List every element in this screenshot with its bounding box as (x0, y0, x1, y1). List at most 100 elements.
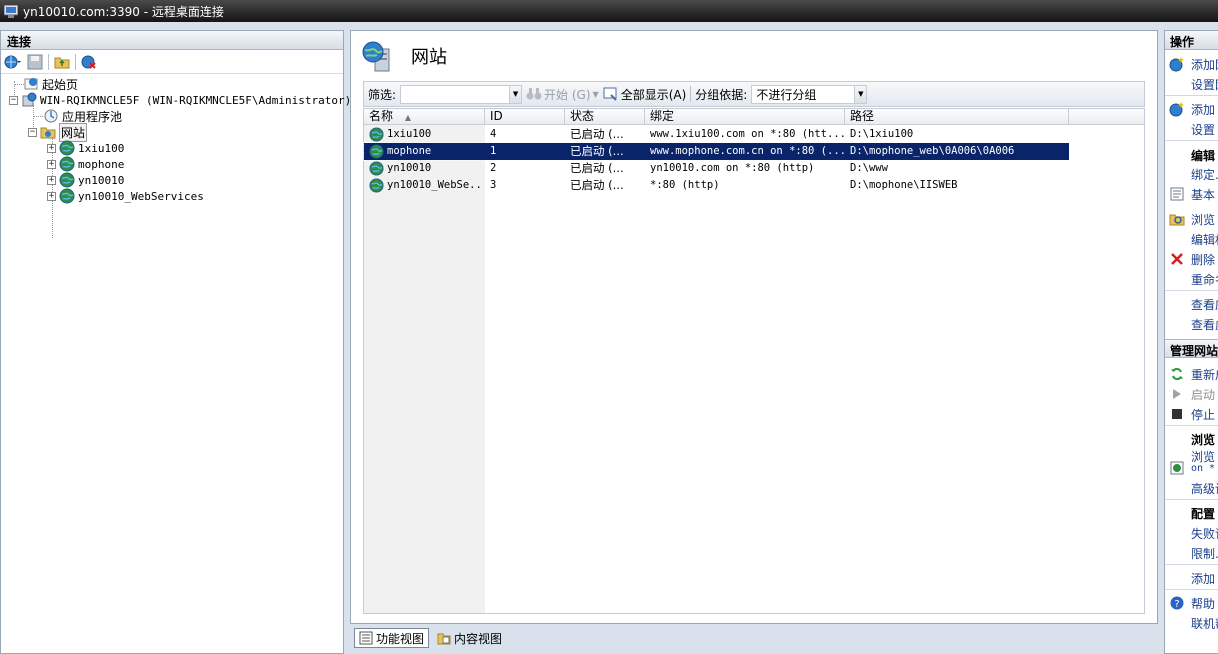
manage-site-header: 管理网站 (1165, 339, 1218, 358)
start-filter-label: 开始 (G) (544, 87, 591, 102)
add-ftp-action[interactable]: 添加 (1165, 100, 1215, 118)
add-globe-icon (1169, 101, 1185, 117)
column-header-binding[interactable]: 绑定 (645, 109, 845, 125)
window-titlebar: yn10010.com:3390 - 远程桌面连接 (0, 0, 1218, 22)
tree-item-server[interactable]: − WIN-RQIKMNCLE5F (WIN-RQIKMNCLE5F\Admin… (9, 92, 351, 108)
column-header-path[interactable]: 路径 (845, 109, 1069, 125)
start-filter-button[interactable]: 开始 (G) ▼ (526, 86, 599, 103)
help-action[interactable]: ? 帮助 (1165, 594, 1215, 612)
page-header: 网站 (361, 39, 447, 73)
play-icon (1169, 386, 1185, 402)
expand-toggle[interactable]: + (47, 143, 56, 153)
tree-label: yn10010_WebServices (78, 189, 204, 203)
table-row[interactable]: yn10010_WebSe... 3 已启动 (... *:80 (http) … (364, 177, 1069, 194)
sites-folder-icon (40, 127, 56, 139)
group-by-value: 不进行分组 (756, 87, 817, 102)
site-id: 4 (490, 128, 497, 140)
site-status: 已启动 (... (570, 144, 624, 158)
tree-item-site[interactable]: + yn10010 (47, 172, 124, 188)
view-tabs: 功能视图 内容视图 (354, 628, 506, 648)
view-virtual-dirs-action[interactable]: 查看虚 (1165, 315, 1218, 333)
stop-action[interactable]: 停止 (1165, 405, 1215, 423)
server-icon (22, 92, 37, 107)
globe-icon (59, 156, 75, 172)
add-ftp-publishing-action[interactable]: 添加 (1165, 569, 1215, 587)
up-folder-icon[interactable] (53, 53, 71, 71)
tab-features-view[interactable]: 功能视图 (354, 628, 430, 648)
limits-action[interactable]: 限制... (1165, 544, 1218, 562)
globe-icon (369, 161, 384, 176)
tab-content-view[interactable]: 内容视图 (433, 628, 506, 648)
set-defaults-action[interactable]: 设置网 (1165, 75, 1218, 93)
configure-heading: 配置 (1191, 507, 1216, 521)
edit-permissions-action[interactable]: 编辑权 (1165, 230, 1218, 248)
set-ftp-defaults-action[interactable]: 设置 (1165, 120, 1215, 138)
toolbar-separator (75, 53, 76, 70)
window-title: yn10010.com:3390 - 远程桌面连接 (23, 4, 224, 19)
column-header-id[interactable]: ID (485, 109, 565, 125)
site-status: 已启动 (... (570, 127, 624, 141)
save-icon[interactable] (26, 53, 44, 71)
tree-item-site[interactable]: + yn10010_WebServices (47, 188, 204, 204)
column-header-status[interactable]: 状态 (565, 109, 645, 125)
iis-manager-frame: 连接 起始页 − WIN-RQIKMNCLE5F (WIN-RQIKMNCLE5… (0, 22, 1218, 654)
site-path: D:\mophone_web\0A006\0A006 (850, 145, 1015, 157)
advanced-settings-action[interactable]: 高级设 (1165, 479, 1218, 497)
explore-folder-icon (1169, 211, 1185, 227)
delete-action[interactable]: 删除 (1165, 250, 1215, 268)
chevron-down-icon[interactable]: ▼ (509, 85, 522, 103)
tree-label: 1xiu100 (78, 141, 125, 155)
divider (1165, 564, 1218, 565)
show-all-button[interactable]: 全部显示(A) (603, 86, 686, 103)
connect-globe-icon[interactable] (4, 53, 22, 71)
toolbar-separator (48, 53, 49, 70)
table-row[interactable]: 1xiu100 4 已启动 (... www.1xiu100.com on *:… (364, 126, 1069, 143)
toolbar-separator (690, 86, 692, 102)
failed-request-tracing-action[interactable]: 失败请 (1165, 524, 1218, 542)
view-applications-action[interactable]: 查看应 (1165, 295, 1218, 313)
binoculars-icon (526, 88, 542, 100)
tree-item-sites[interactable]: − 网站 (28, 122, 88, 142)
tree-item-site[interactable]: + 1xiu100 (47, 140, 124, 156)
divider (1165, 290, 1218, 291)
expand-toggle[interactable]: + (47, 159, 56, 169)
app-pool-icon (44, 109, 58, 123)
filter-input[interactable]: ▼ (400, 84, 523, 104)
basic-settings-action[interactable]: 基本 (1165, 185, 1215, 203)
group-by-select[interactable]: 不进行分组 ▼ (751, 84, 868, 104)
explore-action[interactable]: 浏览 (1165, 210, 1215, 228)
collapse-toggle[interactable]: − (28, 127, 37, 137)
site-id: 3 (490, 179, 497, 191)
sites-panel: 网站 筛选: ▼ 开始 (G) ▼ 全部显示(A) 分组依据: 不进行分组 ▼ (350, 30, 1158, 624)
browse-site-binding[interactable]: on * (1165, 459, 1215, 477)
table-row[interactable]: yn10010 2 已启动 (... yn10010.com on *:80 (… (364, 160, 1069, 177)
connections-panel: 连接 起始页 − WIN-RQIKMNCLE5F (WIN-RQIKMNCLE5… (0, 30, 351, 654)
sort-up-icon: ▲ (404, 113, 411, 122)
chevron-down-icon[interactable]: ▼ (854, 85, 867, 103)
start-action[interactable]: 启动 (1165, 385, 1215, 403)
help-icon: ? (1169, 595, 1185, 611)
tree-item-site[interactable]: + mophone (47, 156, 124, 172)
bindings-action[interactable]: 绑定... (1165, 165, 1218, 183)
rename-action[interactable]: 重命名 (1165, 270, 1218, 288)
site-binding: yn10010.com on *:80 (http) (650, 162, 815, 174)
list-header: 名称 ▲ ID 状态 绑定 路径 (364, 109, 1144, 125)
disconnect-icon[interactable] (80, 53, 98, 71)
tree-label: mophone (78, 157, 125, 171)
globe-icon (369, 144, 384, 159)
divider (1165, 95, 1218, 96)
content-view-icon (437, 633, 451, 645)
divider (1165, 589, 1218, 590)
expand-toggle[interactable]: + (47, 175, 56, 185)
restart-action[interactable]: 重新启 (1165, 365, 1218, 383)
site-id: 1 (490, 145, 497, 157)
tree-item-start-page[interactable]: 起始页 (23, 76, 78, 92)
connections-header: 连接 (1, 31, 343, 50)
connections-toolbar (1, 50, 343, 74)
online-help-action[interactable]: 联机帮 (1165, 614, 1218, 632)
add-site-action[interactable]: 添加网 (1165, 55, 1218, 73)
table-row-selected[interactable]: mophone 1 已启动 (... www.mophone.com.cn on… (363, 142, 1070, 161)
collapse-toggle[interactable]: − (9, 95, 18, 105)
expand-toggle[interactable]: + (47, 191, 56, 201)
column-header-name[interactable]: 名称 ▲ (364, 109, 485, 125)
